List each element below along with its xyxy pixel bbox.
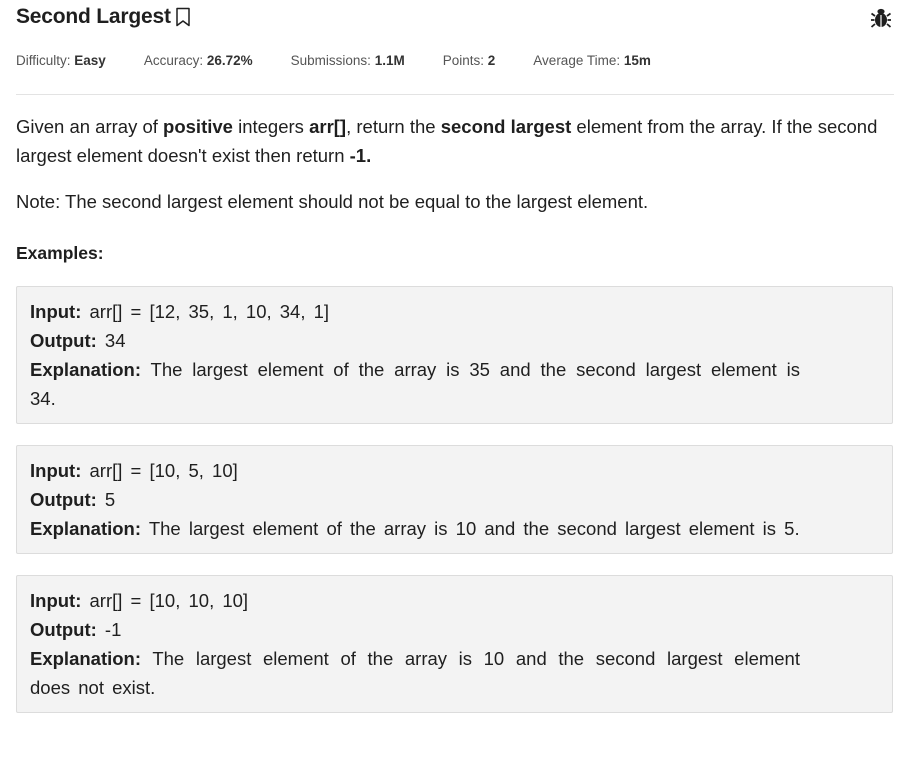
statement-bold-minus-one: -1. xyxy=(349,145,372,166)
difficulty-label: Difficulty: xyxy=(16,53,71,68)
examples-heading: Examples: xyxy=(16,243,104,263)
statement-text: integers xyxy=(232,116,310,137)
input-value: arr[] = [10, 10, 10] xyxy=(81,590,249,611)
example-output: Output: 5 xyxy=(30,485,879,514)
statement-paragraph: Given an array of positive integers arr[… xyxy=(16,112,893,170)
average-time-value: 15m xyxy=(623,53,651,68)
average-time: Average Time: 15m xyxy=(533,53,651,68)
output-value: 34 xyxy=(96,330,126,351)
title-row: Second Largest xyxy=(16,5,894,29)
difficulty-value: Easy xyxy=(74,53,106,68)
explanation-label: Explanation: xyxy=(30,359,142,380)
problem-statement: Given an array of positive integers arr[… xyxy=(16,112,893,734)
problem-header: Second Largest xyxy=(16,5,894,35)
points: Points: 2 xyxy=(443,53,496,68)
difficulty: Difficulty: Easy xyxy=(16,53,106,68)
accuracy-label: Accuracy: xyxy=(143,53,204,68)
statement-text: , return the xyxy=(346,116,441,137)
example-explanation: Explanation: The largest element of the … xyxy=(30,644,800,702)
example-output: Output: -1 xyxy=(30,615,879,644)
statement-bold-second-largest: second largest xyxy=(440,116,572,137)
explanation-value: The largest element of the array is 10 a… xyxy=(30,648,800,698)
explanation-label: Explanation: xyxy=(30,648,142,669)
note-paragraph: Note: The second largest element should … xyxy=(16,191,649,212)
example-block: Input: arr[] = [10, 5, 10] Output: 5 Exp… xyxy=(16,445,893,554)
explanation-value: The largest element of the array is 35 a… xyxy=(30,359,800,409)
example-explanation: Explanation: The largest element of the … xyxy=(30,514,800,543)
input-label: Input: xyxy=(30,590,82,611)
example-block: Input: arr[] = [12, 35, 1, 10, 34, 1] Ou… xyxy=(16,286,893,424)
output-value: 5 xyxy=(96,489,116,510)
example-input: Input: arr[] = [10, 10, 10] xyxy=(30,586,879,615)
submissions: Submissions: 1.1M xyxy=(291,53,405,68)
accuracy: Accuracy: 26.72% xyxy=(144,53,253,68)
example-input: Input: arr[] = [12, 35, 1, 10, 34, 1] xyxy=(30,297,879,326)
submissions-label: Submissions: xyxy=(290,53,371,68)
explanation-value: The largest element of the array is 10 a… xyxy=(141,518,800,539)
output-label: Output: xyxy=(30,619,97,640)
output-label: Output: xyxy=(30,330,97,351)
output-value: -1 xyxy=(96,619,122,640)
problem-meta: Difficulty: Easy Accuracy: 26.72% Submis… xyxy=(16,53,689,68)
input-label: Input: xyxy=(30,301,82,322)
example-input: Input: arr[] = [10, 5, 10] xyxy=(30,456,879,485)
statement-bold-positive: positive xyxy=(163,116,233,137)
input-label: Input: xyxy=(30,460,82,481)
average-time-label: Average Time: xyxy=(533,53,621,68)
statement-bold-arr: arr[] xyxy=(309,116,347,137)
input-value: arr[] = [10, 5, 10] xyxy=(81,460,238,481)
problem-title: Second Largest xyxy=(16,5,171,28)
bookmark-icon[interactable] xyxy=(175,7,191,27)
explanation-label: Explanation: xyxy=(30,518,142,539)
points-value: 2 xyxy=(487,53,496,68)
example-output: Output: 34 xyxy=(30,326,879,355)
example-block: Input: arr[] = [10, 10, 10] Output: -1 E… xyxy=(16,575,893,713)
input-value: arr[] = [12, 35, 1, 10, 34, 1] xyxy=(81,301,330,322)
output-label: Output: xyxy=(30,489,97,510)
submissions-value: 1.1M xyxy=(374,53,405,68)
accuracy-value: 26.72% xyxy=(206,53,253,68)
points-label: Points: xyxy=(442,53,485,68)
bug-icon[interactable] xyxy=(870,7,892,34)
example-explanation: Explanation: The largest element of the … xyxy=(30,355,800,413)
header-divider xyxy=(16,94,894,95)
statement-text: Given an array of xyxy=(16,116,164,137)
